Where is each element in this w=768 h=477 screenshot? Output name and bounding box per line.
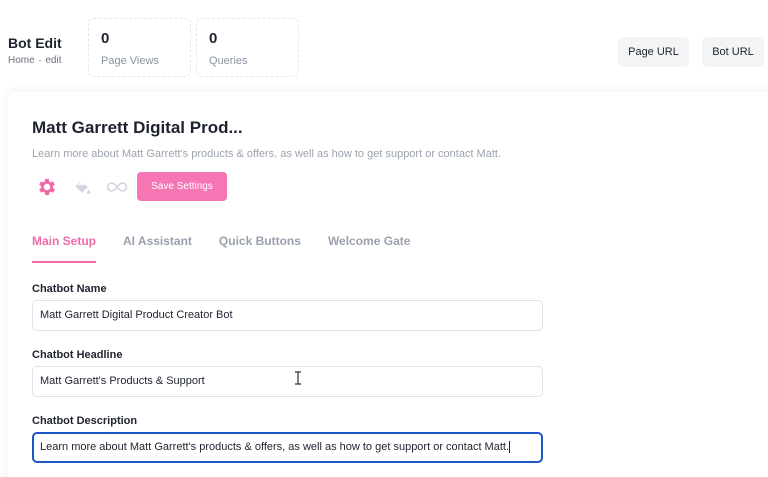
chatbot-description-label: Chatbot Description bbox=[32, 415, 138, 427]
chatbot-name-label: Chatbot Name bbox=[32, 283, 107, 295]
stat-value: 0 bbox=[209, 30, 218, 47]
stat-value: 0 bbox=[101, 30, 110, 47]
page-url-button[interactable]: Page URL bbox=[618, 37, 689, 67]
tab-ai-assistant[interactable]: AI Assistant bbox=[123, 234, 192, 263]
breadcrumb-current: edit bbox=[45, 55, 62, 66]
settings-tabs: Main Setup AI Assistant Quick Buttons We… bbox=[32, 234, 437, 263]
chatbot-description-value: Learn more about Matt Garrett's products… bbox=[40, 441, 510, 453]
text-cursor-icon bbox=[294, 371, 302, 390]
gear-icon[interactable] bbox=[36, 176, 58, 203]
stat-page-views: 0 Page Views bbox=[88, 18, 191, 77]
breadcrumb-separator: - bbox=[38, 56, 42, 65]
stat-label: Page Views bbox=[101, 55, 159, 67]
save-settings-button[interactable]: Save Settings bbox=[137, 172, 227, 201]
text-caret bbox=[509, 441, 511, 454]
stat-queries: 0 Queries bbox=[196, 18, 299, 77]
chatbot-headline-input[interactable]: Matt Garrett's Products & Support bbox=[32, 366, 543, 397]
page-title: Bot Edit bbox=[8, 35, 62, 51]
chatbot-headline-label: Chatbot Headline bbox=[32, 349, 123, 361]
breadcrumb-home[interactable]: Home bbox=[8, 55, 35, 66]
chatbot-description-input[interactable]: Learn more about Matt Garrett's products… bbox=[32, 432, 543, 463]
breadcrumb: Home - edit bbox=[8, 55, 62, 66]
stat-label: Queries bbox=[209, 55, 248, 67]
chatbot-name-input[interactable]: Matt Garrett Digital Product Creator Bot bbox=[32, 300, 543, 331]
paint-bucket-icon[interactable] bbox=[72, 177, 92, 202]
tab-main-setup[interactable]: Main Setup bbox=[32, 234, 97, 263]
bot-icon-actions bbox=[36, 176, 128, 203]
tab-quick-buttons[interactable]: Quick Buttons bbox=[219, 234, 301, 263]
infinity-icon[interactable] bbox=[106, 180, 128, 199]
bot-name-heading: Matt Garrett Digital Prod... bbox=[32, 118, 243, 137]
bot-description: Learn more about Matt Garrett's products… bbox=[32, 148, 502, 160]
tab-welcome-gate[interactable]: Welcome Gate bbox=[328, 234, 410, 263]
bot-url-button[interactable]: Bot URL bbox=[702, 37, 764, 67]
page-header: Bot Edit Home - edit bbox=[8, 35, 62, 66]
